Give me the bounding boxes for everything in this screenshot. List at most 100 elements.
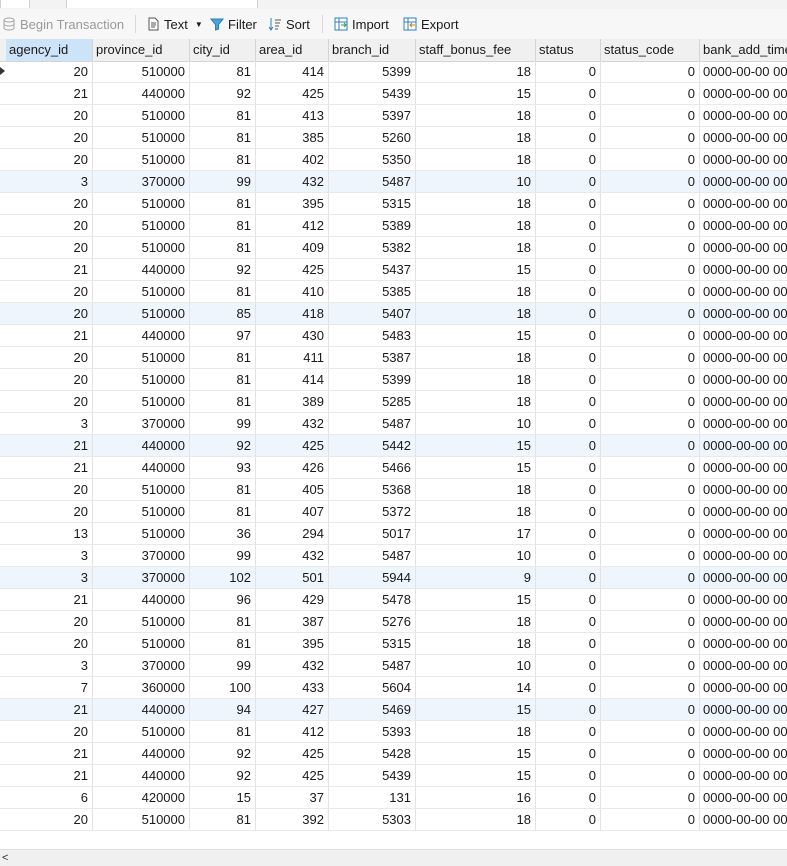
table-row[interactable]: 20 510000 81 392 5303 18 0 0 0000-00-00 00 xyxy=(0,809,787,831)
cell-status-code[interactable]: 0 xyxy=(601,501,700,522)
column-header-staff-bonus-fee[interactable]: staff_bonus_fee xyxy=(416,39,536,61)
cell-province-id[interactable]: 510000 xyxy=(93,347,190,368)
cell-city-id[interactable]: 81 xyxy=(190,391,256,412)
cell-agency-id[interactable]: 3 xyxy=(6,171,93,192)
cell-agency-id[interactable]: 20 xyxy=(6,61,93,82)
sort-button[interactable]: Sort xyxy=(268,9,310,39)
cell-area-id[interactable]: 425 xyxy=(256,435,329,456)
cell-city-id[interactable]: 92 xyxy=(190,83,256,104)
cell-status[interactable]: 0 xyxy=(536,699,601,720)
table-row[interactable]: 20 510000 81 405 5368 18 0 0 0000-00-00 00 xyxy=(0,479,787,501)
cell-area-id[interactable]: 389 xyxy=(256,391,329,412)
cell-bank-add-time[interactable]: 0000-00-00 00 xyxy=(700,215,787,236)
cell-area-id[interactable]: 392 xyxy=(256,809,329,830)
cell-province-id[interactable]: 510000 xyxy=(93,391,190,412)
cell-staff-bonus-fee[interactable]: 14 xyxy=(416,677,536,698)
cell-status[interactable]: 0 xyxy=(536,369,601,390)
cell-bank-add-time[interactable]: 0000-00-00 00 xyxy=(700,435,787,456)
table-row[interactable]: 21 440000 94 427 5469 15 0 0 0000-00-00 00 xyxy=(0,699,787,721)
table-row[interactable]: 20 510000 85 418 5407 18 0 0 0000-00-00 00 xyxy=(0,303,787,325)
cell-status-code[interactable]: 0 xyxy=(601,809,700,830)
cell-province-id[interactable]: 510000 xyxy=(93,369,190,390)
table-row[interactable]: 13 510000 36 294 5017 17 0 0 0000-00-00 00 xyxy=(0,523,787,545)
cell-agency-id[interactable]: 20 xyxy=(6,501,93,522)
cell-province-id[interactable]: 510000 xyxy=(93,633,190,654)
cell-status-code[interactable]: 0 xyxy=(601,567,700,588)
cell-branch-id[interactable]: 5487 xyxy=(329,655,416,676)
cell-city-id[interactable]: 81 xyxy=(190,633,256,654)
cell-province-id[interactable]: 510000 xyxy=(93,127,190,148)
cell-bank-add-time[interactable]: 0000-00-00 00 xyxy=(700,589,787,610)
cell-bank-add-time[interactable]: 0000-00-00 00 xyxy=(700,83,787,104)
cell-status[interactable]: 0 xyxy=(536,567,601,588)
cell-status-code[interactable]: 0 xyxy=(601,347,700,368)
cell-staff-bonus-fee[interactable]: 15 xyxy=(416,743,536,764)
cell-agency-id[interactable]: 21 xyxy=(6,435,93,456)
cell-staff-bonus-fee[interactable]: 18 xyxy=(416,61,536,82)
cell-status[interactable]: 0 xyxy=(536,149,601,170)
cell-city-id[interactable]: 99 xyxy=(190,171,256,192)
table-row[interactable]: 20 510000 81 414 5399 18 0 0 0000-00-00 00 xyxy=(0,61,787,83)
cell-city-id[interactable]: 93 xyxy=(190,457,256,478)
cell-branch-id[interactable]: 5439 xyxy=(329,83,416,104)
cell-status-code[interactable]: 0 xyxy=(601,105,700,126)
cell-agency-id[interactable]: 21 xyxy=(6,765,93,786)
cell-status-code[interactable]: 0 xyxy=(601,677,700,698)
cell-bank-add-time[interactable]: 0000-00-00 00 xyxy=(700,611,787,632)
table-row[interactable]: 20 510000 81 410 5385 18 0 0 0000-00-00 00 xyxy=(0,281,787,303)
cell-agency-id[interactable]: 21 xyxy=(6,259,93,280)
cell-branch-id[interactable]: 5407 xyxy=(329,303,416,324)
cell-agency-id[interactable]: 7 xyxy=(6,677,93,698)
cell-province-id[interactable]: 510000 xyxy=(93,611,190,632)
cell-branch-id[interactable]: 5439 xyxy=(329,765,416,786)
cell-branch-id[interactable]: 5487 xyxy=(329,413,416,434)
cell-status[interactable]: 0 xyxy=(536,413,601,434)
cell-area-id[interactable]: 405 xyxy=(256,479,329,500)
column-header-city-id[interactable]: city_id xyxy=(190,39,256,61)
cell-city-id[interactable]: 92 xyxy=(190,765,256,786)
table-row[interactable]: 20 510000 81 414 5399 18 0 0 0000-00-00 00 xyxy=(0,369,787,391)
cell-agency-id[interactable]: 21 xyxy=(6,325,93,346)
cell-bank-add-time[interactable]: 0000-00-00 00 xyxy=(700,149,787,170)
column-header-status-code[interactable]: status_code xyxy=(601,39,700,61)
cell-status-code[interactable]: 0 xyxy=(601,413,700,434)
cell-branch-id[interactable]: 5017 xyxy=(329,523,416,544)
cell-status-code[interactable]: 0 xyxy=(601,765,700,786)
cell-bank-add-time[interactable]: 0000-00-00 00 xyxy=(700,567,787,588)
column-header-branch-id[interactable]: branch_id xyxy=(329,39,416,61)
table-row[interactable]: 20 510000 81 409 5382 18 0 0 0000-00-00 00 xyxy=(0,237,787,259)
cell-branch-id[interactable]: 5399 xyxy=(329,61,416,82)
cell-status-code[interactable]: 0 xyxy=(601,523,700,544)
cell-bank-add-time[interactable]: 0000-00-00 00 xyxy=(700,523,787,544)
cell-branch-id[interactable]: 5315 xyxy=(329,193,416,214)
cell-province-id[interactable]: 370000 xyxy=(93,567,190,588)
cell-bank-add-time[interactable]: 0000-00-00 00 xyxy=(700,677,787,698)
cell-staff-bonus-fee[interactable]: 18 xyxy=(416,633,536,654)
cell-status-code[interactable]: 0 xyxy=(601,369,700,390)
cell-agency-id[interactable]: 3 xyxy=(6,545,93,566)
cell-agency-id[interactable]: 20 xyxy=(6,611,93,632)
cell-bank-add-time[interactable]: 0000-00-00 00 xyxy=(700,259,787,280)
cell-staff-bonus-fee[interactable]: 18 xyxy=(416,127,536,148)
cell-agency-id[interactable]: 20 xyxy=(6,281,93,302)
cell-status[interactable]: 0 xyxy=(536,809,601,830)
cell-status[interactable]: 0 xyxy=(536,259,601,280)
column-header-agency-id[interactable]: agency_id xyxy=(6,39,93,61)
cell-status-code[interactable]: 0 xyxy=(601,259,700,280)
cell-city-id[interactable]: 81 xyxy=(190,127,256,148)
cell-area-id[interactable]: 425 xyxy=(256,83,329,104)
cell-status-code[interactable]: 0 xyxy=(601,479,700,500)
cell-city-id[interactable]: 81 xyxy=(190,479,256,500)
cell-area-id[interactable]: 414 xyxy=(256,369,329,390)
cell-agency-id[interactable]: 21 xyxy=(6,83,93,104)
cell-branch-id[interactable]: 5399 xyxy=(329,369,416,390)
cell-status-code[interactable]: 0 xyxy=(601,61,700,82)
horizontal-scrollbar[interactable]: < xyxy=(0,849,787,866)
cell-status[interactable]: 0 xyxy=(536,215,601,236)
cell-city-id[interactable]: 100 xyxy=(190,677,256,698)
cell-province-id[interactable]: 440000 xyxy=(93,325,190,346)
cell-branch-id[interactable]: 5397 xyxy=(329,105,416,126)
cell-status[interactable]: 0 xyxy=(536,743,601,764)
cell-branch-id[interactable]: 5393 xyxy=(329,721,416,742)
cell-staff-bonus-fee[interactable]: 15 xyxy=(416,325,536,346)
